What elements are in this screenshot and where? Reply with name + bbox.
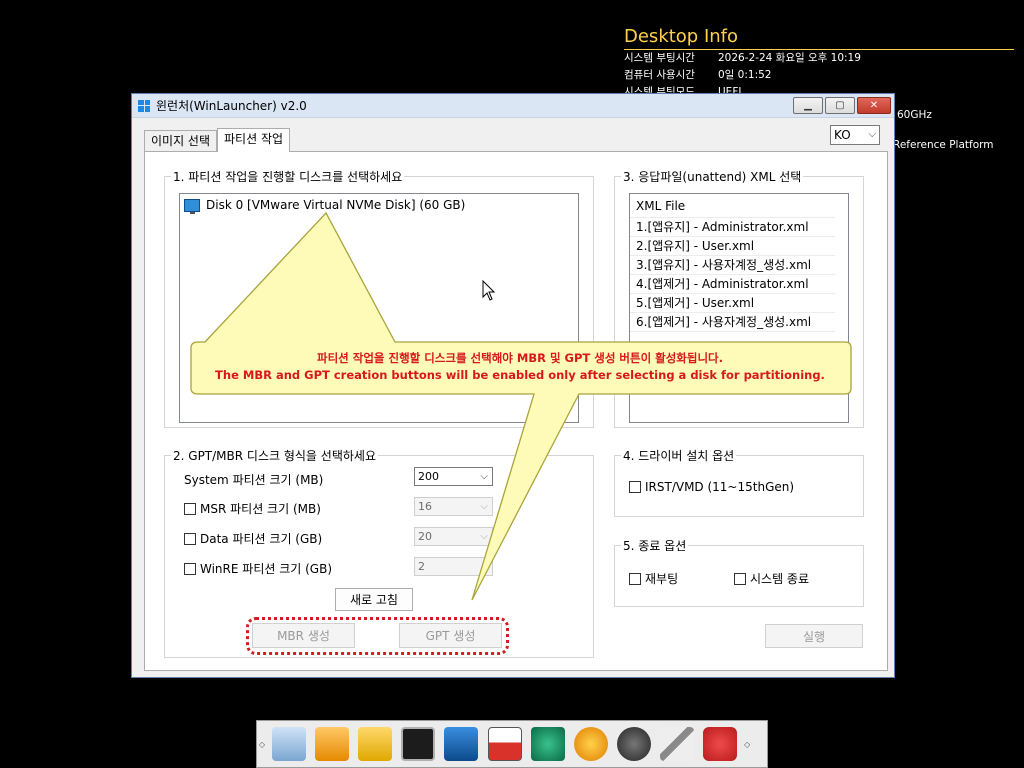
- tools-icon[interactable]: [660, 727, 695, 761]
- monitor-icon[interactable]: [444, 727, 479, 761]
- folder-search-icon[interactable]: [357, 727, 392, 761]
- callout-message: 파티션 작업을 진행할 디스크를 선택해야 MBR 및 GPT 생성 버튼이 활…: [192, 350, 848, 384]
- callout-line-english: The MBR and GPT creation buttons will be…: [215, 368, 825, 382]
- settings-gear-icon[interactable]: [617, 727, 652, 761]
- disk-image-icon[interactable]: [271, 727, 306, 761]
- power-icon[interactable]: [703, 727, 738, 761]
- callout-balloon: [190, 211, 852, 601]
- tab-partition-work[interactable]: 파티션 작업: [217, 128, 291, 152]
- callout-line-korean: 파티션 작업을 진행할 디스크를 선택해야 MBR 및 GPT 생성 버튼이 활…: [317, 351, 723, 365]
- partition-tool-icon[interactable]: [487, 727, 522, 761]
- mouse-cursor-icon: [482, 280, 496, 301]
- usb-drive-icon[interactable]: [314, 727, 349, 761]
- terminal-icon[interactable]: [401, 727, 436, 761]
- taskbar-scroll-right-icon[interactable]: ◇: [742, 740, 752, 749]
- launcher-taskbar: ◇ ◇: [256, 720, 768, 768]
- sync-icon[interactable]: [573, 727, 608, 761]
- taskbar-scroll-left-icon[interactable]: ◇: [257, 740, 267, 749]
- disk-health-icon[interactable]: [530, 727, 565, 761]
